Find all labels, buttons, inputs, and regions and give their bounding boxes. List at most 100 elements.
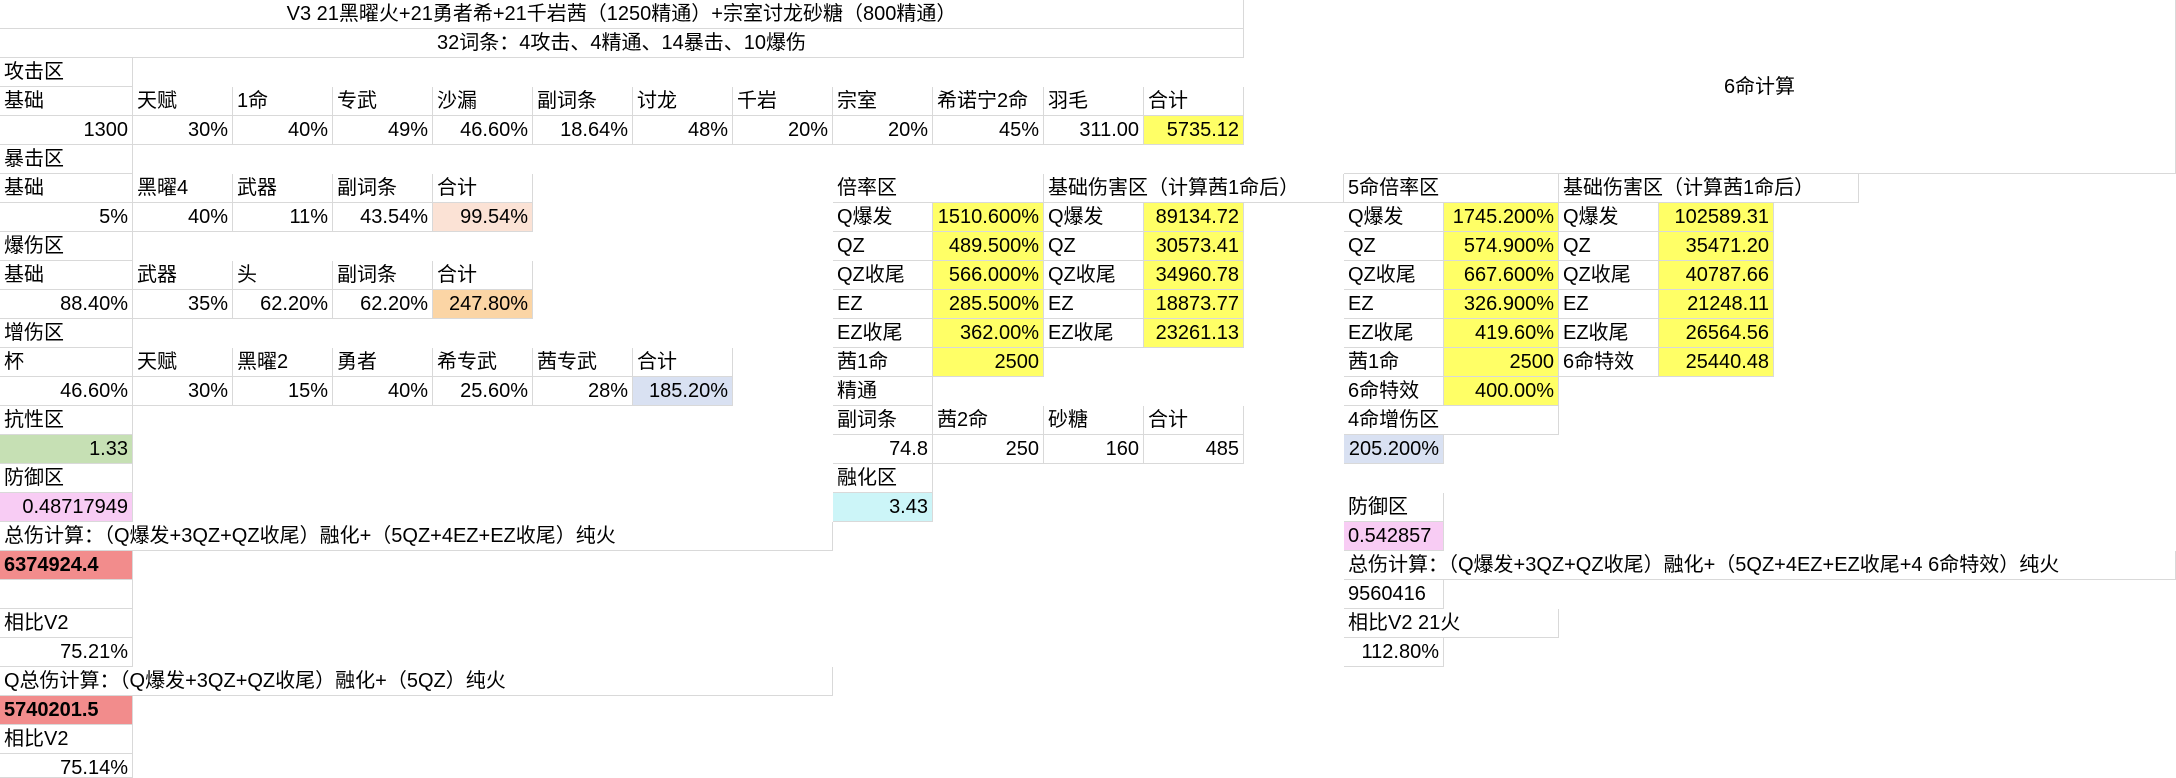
c5-value[interactable]: 1745.200% — [1444, 203, 1559, 232]
c6-def-value[interactable]: 0.542857 — [1344, 522, 1444, 551]
spacer-cell[interactable] — [0, 580, 133, 609]
dmgbonus-header[interactable]: 杯 — [0, 348, 133, 377]
attack-total[interactable]: 5735.12 — [1144, 116, 1244, 145]
attack-header[interactable]: 千岩 — [733, 87, 833, 116]
crit-value[interactable]: 43.54% — [333, 203, 433, 232]
basedmg-label[interactable]: EZ收尾 — [1044, 319, 1144, 348]
multiplier-label[interactable]: QZ — [833, 232, 933, 261]
multiplier-label[interactable]: QZ收尾 — [833, 261, 933, 290]
dmgbonus-header[interactable]: 天赋 — [133, 348, 233, 377]
em-value[interactable]: 250 — [933, 435, 1044, 464]
c6-compare-value[interactable]: 112.80% — [1344, 638, 1444, 667]
dmgbonus-header[interactable]: 茜专武 — [533, 348, 633, 377]
dmgbonus-value[interactable]: 28% — [533, 377, 633, 406]
dmgbonus-header[interactable]: 合计 — [633, 348, 733, 377]
em-header[interactable]: 合计 — [1144, 406, 1244, 435]
crit-header[interactable]: 副词条 — [333, 174, 433, 203]
em-value[interactable]: 160 — [1044, 435, 1144, 464]
basedmg-value[interactable]: 30573.41 — [1144, 232, 1244, 261]
attack-header[interactable]: 讨龙 — [633, 87, 733, 116]
c5-label[interactable]: EZ收尾 — [1344, 319, 1444, 348]
qtotal-value[interactable]: 5740201.5 — [0, 696, 133, 725]
critdmg-header[interactable]: 副词条 — [333, 261, 433, 290]
c5-label[interactable]: 茜1命 — [1344, 348, 1444, 377]
c6-total-formula[interactable]: 总伤计算：（Q爆发+3QZ+QZ收尾）融化+（5QZ+4EZ+EZ收尾+4 6命… — [1344, 551, 2176, 580]
basedmg-label[interactable]: EZ — [1044, 290, 1144, 319]
multiplier-value[interactable]: 285.500% — [933, 290, 1044, 319]
melt-value[interactable]: 3.43 — [833, 493, 933, 522]
critdmg-section-label[interactable]: 爆伤区 — [0, 232, 133, 261]
crit-value[interactable]: 5% — [0, 203, 133, 232]
dmgbonus-total[interactable]: 185.20% — [633, 377, 733, 406]
res-value[interactable]: 1.33 — [0, 435, 133, 464]
dmgbonus-value[interactable]: 25.60% — [433, 377, 533, 406]
melt-section-label[interactable]: 融化区 — [833, 464, 933, 493]
qtotal-compare-label[interactable]: 相比V2 — [0, 725, 133, 754]
attack-header[interactable]: 合计 — [1144, 87, 1244, 116]
total-value[interactable]: 6374924.4 — [0, 551, 133, 580]
c5-label[interactable]: QZ — [1344, 232, 1444, 261]
c5-value[interactable]: 326.900% — [1444, 290, 1559, 319]
em-section-label[interactable]: 精通 — [833, 377, 933, 406]
attack-header[interactable]: 天赋 — [133, 87, 233, 116]
basedmg-value[interactable]: 89134.72 — [1144, 203, 1244, 232]
crit-header[interactable]: 基础 — [0, 174, 133, 203]
qtotal-compare-value[interactable]: 75.14% — [0, 754, 133, 778]
dmgbonus-header[interactable]: 勇者 — [333, 348, 433, 377]
attack-header[interactable]: 基础 — [0, 87, 133, 116]
qtotal-formula[interactable]: Q总伤计算：（Q爆发+3QZ+QZ收尾）融化+（5QZ）纯火 — [0, 667, 833, 696]
attack-value[interactable]: 20% — [733, 116, 833, 145]
multiplier-value[interactable]: 362.00% — [933, 319, 1044, 348]
attack-value[interactable]: 18.64% — [533, 116, 633, 145]
dmgbonus-value[interactable]: 30% — [133, 377, 233, 406]
c6base-value[interactable]: 40787.66 — [1659, 261, 1774, 290]
attack-value[interactable]: 40% — [233, 116, 333, 145]
dmgbonus-section-label[interactable]: 增伤区 — [0, 319, 133, 348]
c6-def-section-label[interactable]: 防御区 — [1344, 493, 1444, 522]
c5-value[interactable]: 419.60% — [1444, 319, 1559, 348]
c6base-label[interactable]: QZ — [1559, 232, 1659, 261]
multiplier-value[interactable]: 2500 — [933, 348, 1044, 377]
multiplier-value[interactable]: 566.000% — [933, 261, 1044, 290]
crit-value[interactable]: 40% — [133, 203, 233, 232]
c6base-label[interactable]: Q爆发 — [1559, 203, 1659, 232]
sheet-title[interactable]: V3 21黑曜火+21勇者希+21千岩茜（1250精通）+宗室讨龙砂糖（800精… — [0, 0, 1244, 29]
multiplier-value[interactable]: 489.500% — [933, 232, 1044, 261]
def-section-label[interactable]: 防御区 — [0, 464, 133, 493]
c6base-label[interactable]: 6命特效 — [1559, 348, 1659, 377]
em-header[interactable]: 茜2命 — [933, 406, 1044, 435]
c6base-label[interactable]: EZ — [1559, 290, 1659, 319]
c5-value[interactable]: 2500 — [1444, 348, 1559, 377]
attack-value[interactable]: 45% — [933, 116, 1044, 145]
attack-value[interactable]: 46.60% — [433, 116, 533, 145]
c6-compare-label[interactable]: 相比V2 21火 — [1344, 609, 1559, 638]
attack-header[interactable]: 副词条 — [533, 87, 633, 116]
c5-value[interactable]: 574.900% — [1444, 232, 1559, 261]
c6base-label[interactable]: EZ收尾 — [1559, 319, 1659, 348]
basedmg-section-label[interactable]: 基础伤害区（计算茜1命后） — [1044, 174, 1344, 203]
total-compare-value[interactable]: 75.21% — [0, 638, 133, 667]
attack-section-label[interactable]: 攻击区 — [0, 58, 133, 87]
attack-value[interactable]: 311.00 — [1044, 116, 1144, 145]
multiplier-label[interactable]: EZ — [833, 290, 933, 319]
multiplier-label[interactable]: EZ收尾 — [833, 319, 933, 348]
basedmg-value[interactable]: 18873.77 — [1144, 290, 1244, 319]
c6base-value[interactable]: 35471.20 — [1659, 232, 1774, 261]
total-formula[interactable]: 总伤计算：（Q爆发+3QZ+QZ收尾）融化+（5QZ+4EZ+EZ收尾）纯火 — [0, 522, 833, 551]
total-compare-label[interactable]: 相比V2 — [0, 609, 133, 638]
multiplier-section-label[interactable]: 倍率区 — [833, 174, 1044, 203]
c6-total-value[interactable]: 9560416 — [1344, 580, 1444, 609]
crit-value[interactable]: 11% — [233, 203, 333, 232]
attack-header[interactable]: 1命 — [233, 87, 333, 116]
attack-header[interactable]: 羽毛 — [1044, 87, 1144, 116]
basedmg-label[interactable]: QZ收尾 — [1044, 261, 1144, 290]
basedmg-label[interactable]: QZ — [1044, 232, 1144, 261]
critdmg-value[interactable]: 35% — [133, 290, 233, 319]
dmgbonus-header[interactable]: 希专武 — [433, 348, 533, 377]
crit-header[interactable]: 武器 — [233, 174, 333, 203]
c4-value[interactable]: 205.200% — [1344, 435, 1444, 464]
crit-section-label[interactable]: 暴击区 — [0, 145, 133, 174]
em-header[interactable]: 副词条 — [833, 406, 933, 435]
basedmg-value[interactable]: 34960.78 — [1144, 261, 1244, 290]
em-total[interactable]: 485 — [1144, 435, 1244, 464]
